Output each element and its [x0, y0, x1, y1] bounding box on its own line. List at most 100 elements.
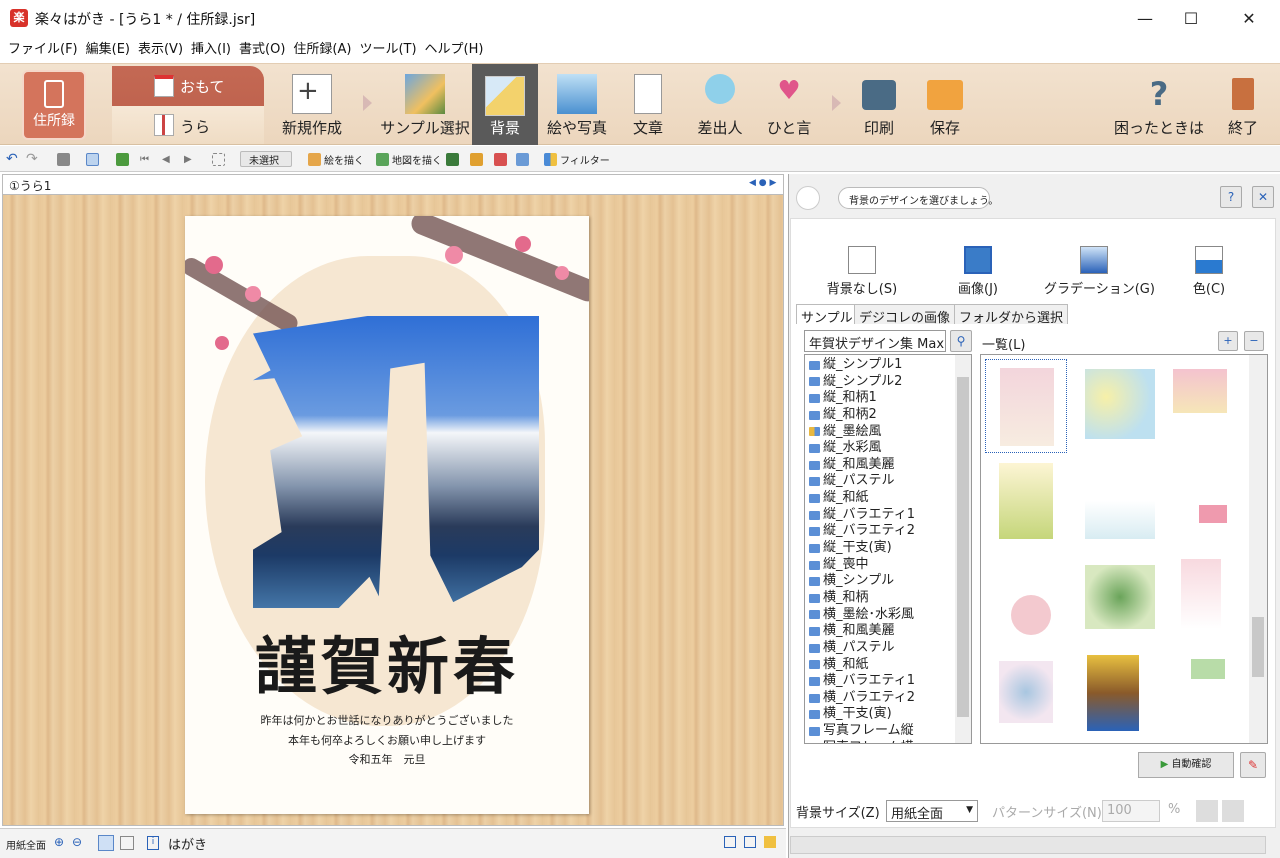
- info-icon[interactable]: i: [147, 836, 159, 850]
- sender-button[interactable]: 差出人: [688, 70, 752, 142]
- layout-icon[interactable]: [120, 836, 134, 850]
- delete-icon[interactable]: [57, 151, 70, 167]
- panel-close-button[interactable]: ✕: [1252, 186, 1274, 208]
- draw-tool[interactable]: 絵を描く: [308, 151, 364, 167]
- zoom-in-icon[interactable]: ⊕: [54, 835, 64, 849]
- tab-folder[interactable]: フォルダから選択: [954, 304, 1069, 326]
- tree-folder-item[interactable]: 縦_和風美麗: [805, 457, 955, 474]
- zoom-out-thumb-icon[interactable]: −: [1244, 331, 1264, 351]
- tree-folder-item[interactable]: 縦_シンプル2: [805, 374, 955, 391]
- close-button[interactable]: ✕: [1226, 0, 1272, 36]
- ura-tab[interactable]: うら: [112, 106, 264, 144]
- frame-icon[interactable]: [494, 151, 507, 167]
- tree-folder-item[interactable]: 縦_喪中: [805, 557, 955, 574]
- print-button[interactable]: 印刷: [848, 70, 910, 142]
- bg-image-option[interactable]: 画像(J): [948, 246, 1008, 297]
- pattern-tile-icon[interactable]: [1196, 800, 1218, 822]
- note-icon[interactable]: [764, 836, 776, 848]
- tree-folder-item[interactable]: 縦_バラエティ1: [805, 507, 955, 524]
- tree-folder-item[interactable]: 横_墨絵･水彩風: [805, 607, 955, 624]
- menu-file[interactable]: ファイル(F): [4, 38, 82, 62]
- thumbnail-12[interactable]: [1191, 659, 1225, 679]
- new-button[interactable]: + 新規作成: [272, 70, 352, 142]
- first-icon[interactable]: ⏮: [140, 151, 149, 167]
- thumbnail-5[interactable]: [1085, 463, 1155, 539]
- tree-folder-item[interactable]: 縦_墨絵風: [805, 424, 955, 441]
- tree-folder-item[interactable]: 横_干支(寅): [805, 706, 955, 723]
- export-icon[interactable]: [724, 836, 736, 848]
- select-area-icon[interactable]: [212, 151, 225, 167]
- bg-gradient-option[interactable]: グラデーション(G): [1044, 246, 1155, 297]
- pattern-size-input[interactable]: 100: [1102, 800, 1160, 822]
- panel-help-button[interactable]: ?: [1220, 186, 1242, 208]
- bg-none-option[interactable]: 背景なし(S): [824, 246, 900, 297]
- tree-folder-item[interactable]: 横_和紙: [805, 657, 955, 674]
- thumbnail-4[interactable]: [999, 463, 1053, 539]
- tree-folder-item[interactable]: 横_パステル: [805, 640, 955, 657]
- menu-view[interactable]: 表示(V): [134, 38, 187, 62]
- menu-help[interactable]: ヘルプ(H): [421, 38, 488, 62]
- tab-digicolle[interactable]: デジコレの画像: [854, 304, 956, 326]
- stamp-icon[interactable]: [470, 151, 483, 167]
- postcard-preview[interactable]: 謹賀新春 昨年は何かとお世話になりありがとうございました 本年も何卒よろしくお願…: [185, 216, 589, 814]
- bg-size-select[interactable]: 用紙全面 ▼: [886, 800, 978, 822]
- thumbnail-selected[interactable]: [985, 359, 1067, 453]
- menu-address[interactable]: 住所録(A): [289, 38, 355, 62]
- minimize-button[interactable]: —: [1122, 0, 1168, 36]
- save-button[interactable]: 保存: [914, 70, 976, 142]
- help-button[interactable]: ? 困ったときは: [1112, 70, 1206, 142]
- tree-folder-item[interactable]: 写真フレーム縦: [805, 723, 955, 740]
- thumb-scrollbar[interactable]: [1249, 355, 1267, 743]
- omote-tab[interactable]: おもて: [112, 66, 264, 106]
- thumbnail-2[interactable]: [1085, 369, 1155, 439]
- tree-scroll-thumb[interactable]: [957, 377, 969, 717]
- tree-folder-item[interactable]: 縦_パステル: [805, 473, 955, 490]
- thumbnail-9[interactable]: [1181, 559, 1221, 629]
- tree-scrollbar[interactable]: [955, 355, 971, 743]
- menu-tools[interactable]: ツール(T): [355, 38, 420, 62]
- tree-folder-item[interactable]: 縦_水彩風: [805, 440, 955, 457]
- tree-folder-item[interactable]: 横_シンプル: [805, 573, 955, 590]
- zoom-in-thumb-icon[interactable]: +: [1218, 331, 1238, 351]
- panel-hscrollbar[interactable]: [790, 836, 1266, 854]
- address-book-button[interactable]: 住所録: [22, 70, 86, 140]
- tree-folder-item[interactable]: 縦_干支(寅): [805, 540, 955, 557]
- thumbnail-11[interactable]: [1087, 655, 1139, 731]
- layer-icon[interactable]: [116, 151, 129, 167]
- tree-folder-item[interactable]: 横_バラエティ2: [805, 690, 955, 707]
- exit-button[interactable]: 終了: [1216, 70, 1270, 142]
- tree-folder-item[interactable]: 横_和柄: [805, 590, 955, 607]
- duplicate-icon[interactable]: [744, 836, 756, 848]
- tree-folder-item[interactable]: 縦_シンプル1: [805, 357, 955, 374]
- photo-icon[interactable]: [516, 151, 529, 167]
- tree-folder-item[interactable]: 横_バラエティ1: [805, 673, 955, 690]
- thumbnail-3[interactable]: [1173, 369, 1227, 413]
- copy-icon[interactable]: [86, 151, 99, 167]
- sample-select-button[interactable]: サンプル選択: [380, 70, 470, 142]
- maximize-button[interactable]: ☐: [1168, 0, 1214, 36]
- thumb-scroll-thumb[interactable]: [1252, 617, 1264, 677]
- bg-color-option[interactable]: 色(C): [1186, 246, 1232, 297]
- auto-confirm-button[interactable]: ▶ 自動確認: [1138, 752, 1234, 778]
- thumbnail-8[interactable]: [1085, 565, 1155, 629]
- menu-insert[interactable]: 挿入(I): [187, 38, 235, 62]
- tab-sample[interactable]: サンプル: [796, 304, 858, 326]
- note-button[interactable]: ♥ ひと言: [758, 70, 820, 142]
- tree-folder-item[interactable]: 横_和風美麗: [805, 623, 955, 640]
- settings-icon[interactable]: ✎: [1240, 752, 1266, 778]
- view-mode-icon[interactable]: [98, 835, 114, 851]
- collection-select[interactable]: 年賀状デザイン集 Max: [804, 330, 946, 352]
- next-icon[interactable]: ▶: [184, 151, 192, 167]
- tree-folder-item[interactable]: 縦_和紙: [805, 490, 955, 507]
- menu-edit[interactable]: 編集(E): [82, 38, 134, 62]
- thumbnail-grid[interactable]: [980, 354, 1268, 744]
- filter-tool[interactable]: フィルター: [544, 151, 610, 167]
- tree-folder-item[interactable]: 縦_バラエティ2: [805, 523, 955, 540]
- folder-tree[interactable]: 縦_シンプル1 縦_シンプル2 縦_和柄1 縦_和柄2 縦_墨絵風 縦_水彩風 縦_和風美麗…: [804, 354, 972, 744]
- text-style-icon[interactable]: [446, 151, 459, 167]
- picture-button[interactable]: 絵や写真: [540, 70, 614, 142]
- undo-icon[interactable]: ↶: [6, 151, 18, 167]
- prev-icon[interactable]: ◀: [162, 151, 170, 167]
- thumbnail-6[interactable]: [1199, 505, 1227, 523]
- editor-page-tab[interactable]: ①うら1 ◀ ● ▶: [2, 174, 784, 194]
